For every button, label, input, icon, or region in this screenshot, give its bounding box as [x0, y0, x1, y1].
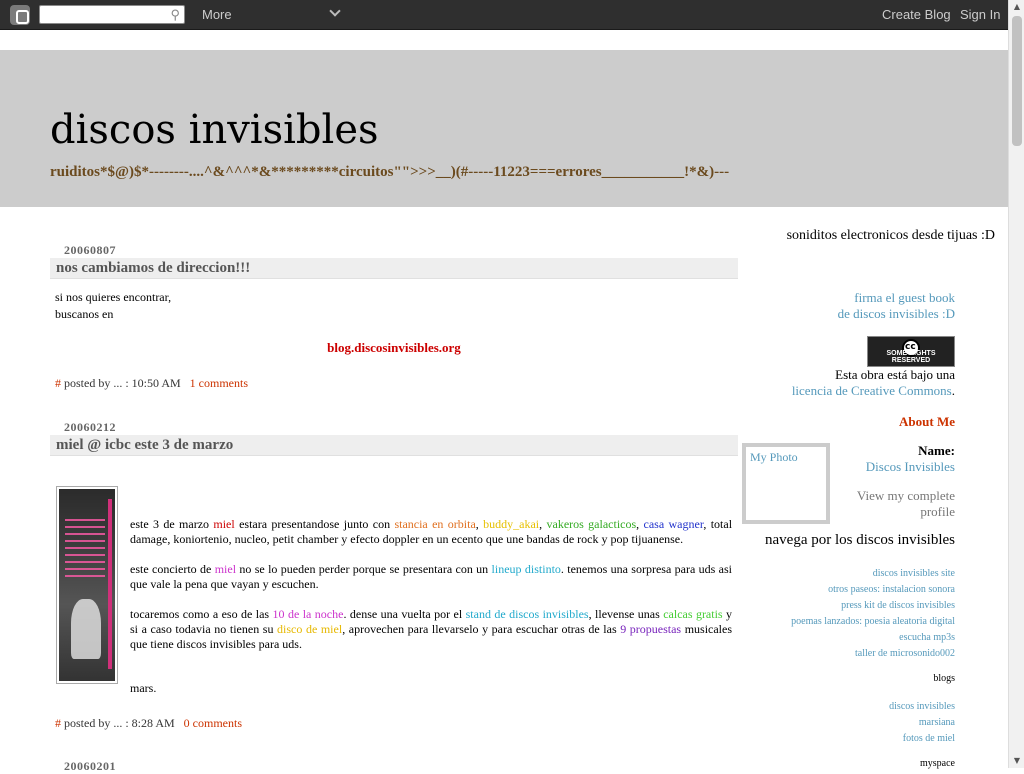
- poster-lineup-text: [65, 519, 105, 579]
- name-label: Name:: [918, 443, 955, 458]
- blog-links-list: discos invisibles marsiana fotos de miel: [889, 699, 955, 747]
- post-paragraph: este 3 de marzo miel estara presentandos…: [130, 517, 733, 546]
- scroll-up-arrow-icon[interactable]: ▲: [1009, 0, 1024, 14]
- sidebar-link[interactable]: discos invisibles site: [791, 566, 955, 582]
- comments-link[interactable]: 0 comments: [184, 716, 242, 730]
- propuestas-link[interactable]: 9 propuestas: [620, 622, 681, 636]
- view-profile-line1[interactable]: View my complete: [857, 488, 955, 504]
- profile-info: Name: Discos Invisibles View my complete…: [857, 443, 955, 520]
- search-icon[interactable]: ⚲: [170, 7, 180, 23]
- poster-stripe: [108, 499, 112, 669]
- stand-link[interactable]: stand de discos invisibles: [466, 607, 589, 621]
- post-body: este 3 de marzo miel estara presentandos…: [130, 517, 732, 652]
- sidebar-tagline: soniditos electronicos desde tijuas :D: [786, 228, 995, 243]
- sidebar-link[interactable]: marsiana: [889, 715, 955, 731]
- post-paragraph: tocaremos como a eso de las 10 de la noc…: [130, 607, 733, 651]
- post-signature: mars.: [130, 681, 157, 695]
- sidebar-link[interactable]: otros paseos: instalacion sonora: [791, 582, 955, 598]
- sign-in-link[interactable]: Sign In: [960, 7, 1000, 22]
- create-blog-link[interactable]: Create Blog: [882, 7, 951, 22]
- license-block: Esta obra está bajo una licencia de Crea…: [791, 367, 955, 398]
- post-footer: # posted by ... : 8:28 AM 0 comments: [55, 716, 242, 731]
- blogs-heading: blogs: [933, 673, 955, 684]
- stancia-link[interactable]: stancia en orbita: [394, 517, 475, 531]
- sidebar-link[interactable]: taller de microsonido002: [791, 646, 955, 662]
- sidebar-link[interactable]: escucha mp3s: [791, 630, 955, 646]
- blog-header: discos invisibles ruiditos*$@)$*--------…: [0, 50, 1008, 207]
- post-text-line: si nos quieres encontrar,: [55, 290, 172, 304]
- post-title: miel @ icbc este 3 de marzo: [50, 435, 738, 456]
- post-title: nos cambiamos de direccion!!!: [50, 258, 738, 279]
- more-menu[interactable]: More: [202, 7, 232, 22]
- post-body: si nos quieres encontrar, buscanos en: [55, 289, 171, 323]
- sidebar-link[interactable]: poemas lanzados: poesia aleatoria digita…: [791, 614, 955, 630]
- chevron-down-icon[interactable]: [329, 5, 341, 17]
- lineup-link[interactable]: lineup distinto: [492, 562, 561, 576]
- license-text: Esta obra está bajo una: [835, 367, 955, 382]
- noche-link[interactable]: 10 de la noche: [273, 607, 344, 621]
- calcas-link[interactable]: calcas gratis: [663, 607, 722, 621]
- miel-link[interactable]: miel: [215, 562, 236, 576]
- vakeros-link[interactable]: vakeros galacticos: [547, 517, 637, 531]
- poster-artwork: [59, 489, 115, 681]
- myspace-heading: myspace: [920, 758, 955, 769]
- view-profile-line2[interactable]: profile: [857, 504, 955, 520]
- blog-title[interactable]: discos invisibles: [50, 107, 379, 153]
- posted-by: posted by ... : 10:50 AM: [64, 376, 181, 390]
- blog-description: ruiditos*$@)$*--------....^&^^^*&*******…: [50, 164, 730, 180]
- sidebar-link[interactable]: fotos de miel: [889, 731, 955, 747]
- post-text-line: buscanos en: [55, 307, 114, 321]
- guestbook-link-block: firma el guest book de discos invisibles…: [838, 290, 955, 322]
- photo-alt-text: My Photo: [750, 450, 798, 464]
- post-footer: # posted by ... : 10:50 AM 1 comments: [55, 376, 248, 391]
- post-date: 20060201: [64, 759, 116, 773]
- miel-link[interactable]: miel: [213, 517, 234, 531]
- new-blog-link[interactable]: blog.discosinvisibles.org: [327, 340, 461, 355]
- profile-name-link[interactable]: Discos Invisibles: [857, 459, 955, 475]
- navega-heading: navega por los discos invisibles: [765, 532, 955, 548]
- post-date: 20060807: [64, 243, 116, 257]
- cc-badge[interactable]: cc SOME RIGHTS RESERVED: [867, 336, 955, 367]
- cc-badge-text: SOME RIGHTS RESERVED: [886, 350, 936, 364]
- post-paragraph: este concierto de miel no se lo pueden p…: [130, 562, 733, 591]
- disco-link[interactable]: disco de miel: [277, 622, 342, 636]
- about-me-heading: About Me: [899, 414, 955, 429]
- posted-by: posted by ... : 8:28 AM: [64, 716, 175, 730]
- buddy-link[interactable]: buddy_akai: [483, 517, 539, 531]
- post-date: 20060212: [64, 420, 116, 434]
- profile-photo[interactable]: My Photo: [742, 443, 830, 524]
- post-link-wrap: blog.discosinvisibles.org: [50, 340, 738, 356]
- concert-poster-image[interactable]: [56, 486, 118, 684]
- permalink[interactable]: #: [55, 716, 61, 730]
- vertical-scrollbar[interactable]: ▲ ▼: [1008, 0, 1024, 768]
- nav-links-list: discos invisibles site otros paseos: ins…: [791, 566, 955, 662]
- permalink[interactable]: #: [55, 376, 61, 390]
- sidebar-link[interactable]: discos invisibles: [889, 699, 955, 715]
- comments-link[interactable]: 1 comments: [190, 376, 248, 390]
- casa-wagner-link[interactable]: casa wagner: [644, 517, 704, 531]
- guestbook-link-line2[interactable]: de discos invisibles :D: [838, 306, 955, 322]
- blogger-navbar: ⚲ More Create Blog Sign In: [0, 0, 1008, 30]
- sidebar-link[interactable]: press kit de discos invisibles: [791, 598, 955, 614]
- poster-figure: [71, 599, 101, 659]
- license-link[interactable]: licencia de Creative Commons: [792, 383, 952, 398]
- search-input[interactable]: ⚲: [39, 5, 185, 24]
- blogger-logo-icon[interactable]: [10, 5, 30, 25]
- scroll-down-arrow-icon[interactable]: ▼: [1009, 754, 1024, 768]
- scroll-thumb[interactable]: [1012, 16, 1022, 146]
- guestbook-link[interactable]: firma el guest book: [838, 290, 955, 306]
